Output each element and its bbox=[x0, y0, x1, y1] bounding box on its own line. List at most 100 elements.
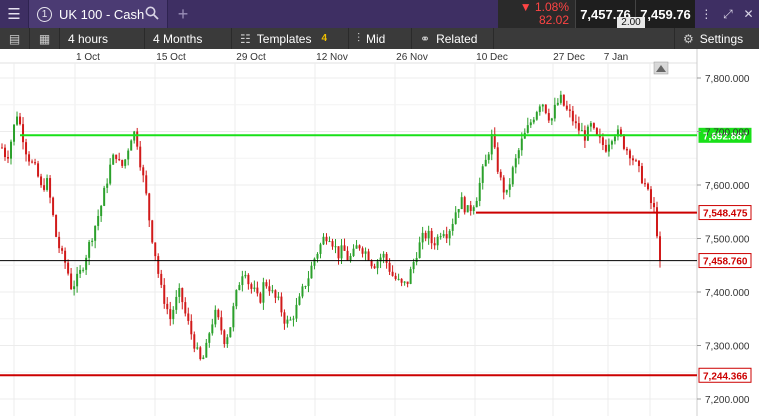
candle-body bbox=[367, 251, 370, 261]
candle-body bbox=[232, 306, 235, 328]
range-button[interactable]: 4 Months bbox=[145, 28, 232, 49]
candle-body bbox=[277, 296, 280, 298]
candle-body bbox=[334, 246, 337, 248]
grid-icon: ▦ bbox=[38, 31, 51, 46]
candle-body bbox=[421, 232, 424, 243]
date-tick-label: 1 Oct bbox=[76, 52, 100, 63]
candle-body bbox=[547, 113, 550, 121]
candle-body bbox=[430, 230, 433, 244]
candle-body bbox=[346, 250, 349, 261]
add-tab-button[interactable]: + bbox=[168, 0, 198, 28]
candle-body bbox=[280, 296, 283, 313]
search-icon[interactable] bbox=[145, 6, 159, 23]
candle-body bbox=[196, 347, 199, 349]
candle-body bbox=[217, 309, 220, 318]
candle-body bbox=[484, 159, 487, 167]
candle-body bbox=[412, 262, 415, 270]
candle-body bbox=[208, 333, 211, 343]
candle-body bbox=[370, 260, 373, 267]
candle-body bbox=[514, 158, 517, 168]
related-label: Related bbox=[436, 31, 478, 46]
templates-count-badge: 4 bbox=[321, 33, 328, 44]
gear-icon: ⚙ bbox=[683, 31, 694, 46]
candle-body bbox=[343, 245, 346, 251]
chart-canvas[interactable]: 7,692.8877,548.4757,458.7607,244.366 7,8… bbox=[0, 49, 759, 416]
date-tick-label: 10 Dec bbox=[476, 52, 508, 63]
candle-body bbox=[220, 317, 223, 331]
candle-body bbox=[535, 112, 538, 120]
candle-body bbox=[634, 160, 637, 162]
candle-body bbox=[433, 243, 436, 246]
candle-body bbox=[187, 313, 190, 321]
date-tick-label: 12 Nov bbox=[316, 52, 348, 63]
candle-body bbox=[253, 287, 256, 289]
candle-body bbox=[328, 241, 331, 243]
candle-body bbox=[10, 141, 13, 159]
price-tick-label: 7,400.000 bbox=[705, 288, 750, 299]
candle-body bbox=[388, 262, 391, 272]
candle-body bbox=[289, 319, 292, 321]
candle-body bbox=[154, 242, 157, 257]
candle-body bbox=[322, 236, 325, 245]
layout-button[interactable]: ▦ bbox=[30, 28, 60, 49]
candle-body bbox=[307, 278, 310, 287]
hamburger-menu-icon[interactable]: ☰ bbox=[0, 0, 28, 28]
candle-body bbox=[163, 284, 166, 304]
candle-body bbox=[646, 183, 649, 190]
candle-body bbox=[442, 234, 445, 237]
candles-icon: ⫶ bbox=[357, 31, 361, 45]
instrument-tab[interactable]: 1 UK 100 - Cash bbox=[28, 0, 168, 28]
price-chart[interactable]: 7,692.887 7,548.475 7,458.760 7,244.366 7,8… bbox=[0, 49, 759, 416]
candle-body bbox=[340, 245, 343, 259]
candle-body bbox=[580, 130, 583, 132]
candle-body bbox=[310, 265, 313, 279]
candle-body bbox=[301, 286, 304, 297]
candle-body bbox=[109, 164, 112, 184]
related-button[interactable]: ⚭ Related bbox=[412, 28, 494, 49]
candle-body bbox=[592, 123, 595, 129]
candle-body bbox=[565, 105, 568, 110]
candle-body bbox=[175, 296, 178, 310]
candle-body bbox=[502, 177, 505, 193]
scroll-to-end-icon[interactable] bbox=[653, 61, 669, 75]
list-icon: ▤ bbox=[8, 31, 21, 46]
candle-body bbox=[568, 109, 571, 111]
candle-body bbox=[58, 236, 61, 249]
candle-body bbox=[106, 183, 109, 188]
expand-icon[interactable]: ⤢ bbox=[723, 7, 733, 22]
candle-body bbox=[112, 154, 115, 165]
topbar-spacer bbox=[198, 0, 498, 28]
more-icon[interactable]: ⋮ bbox=[700, 7, 712, 21]
candle-body bbox=[376, 261, 379, 269]
templates-button[interactable]: ☷ Templates 4 bbox=[232, 28, 349, 49]
date-tick-label: 15 Oct bbox=[156, 52, 186, 63]
candle-body bbox=[562, 94, 565, 106]
candle-body bbox=[40, 176, 43, 186]
candle-body bbox=[508, 184, 511, 190]
candle-body bbox=[274, 290, 277, 298]
candle-body bbox=[490, 134, 493, 155]
templates-icon: ☷ bbox=[240, 31, 251, 46]
price-axis: 7,800.000 7,700.000 7,600.000 7,500.000 7,40… bbox=[697, 74, 750, 406]
candle-body bbox=[190, 320, 193, 335]
candle-body bbox=[394, 275, 397, 279]
candle-body bbox=[391, 271, 394, 276]
candle-body bbox=[619, 129, 622, 135]
candle-body bbox=[226, 337, 229, 345]
horizontal-lines[interactable]: 7,692.8877,548.4757,458.7607,244.366 bbox=[0, 127, 752, 383]
candle-body bbox=[202, 357, 205, 360]
price-tick-label: 7,800.000 bbox=[705, 74, 750, 85]
candle-body bbox=[436, 236, 439, 246]
toolbar-menu-button[interactable]: ▤ bbox=[0, 28, 30, 49]
price-type-button[interactable]: ⫶ Mid bbox=[349, 28, 412, 49]
interval-button[interactable]: 4 hours bbox=[60, 28, 145, 49]
candle-body bbox=[544, 104, 547, 114]
candle-body bbox=[46, 178, 49, 190]
date-tick-label: 7 Jan bbox=[604, 52, 628, 63]
settings-button[interactable]: ⚙ Settings bbox=[674, 28, 759, 49]
candle-body bbox=[214, 309, 217, 325]
candle-body bbox=[211, 324, 214, 334]
candle-body bbox=[418, 242, 421, 258]
close-icon[interactable]: ✕ bbox=[744, 7, 754, 21]
candle-body bbox=[652, 203, 655, 208]
